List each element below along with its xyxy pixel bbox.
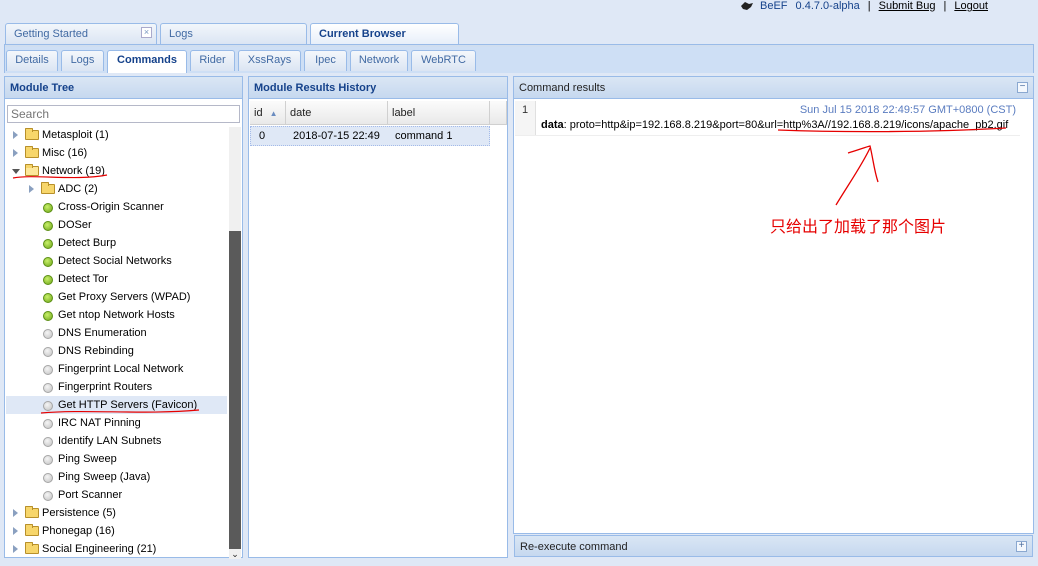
result-number: 1: [515, 101, 536, 135]
module-tree-panel: Module Tree Metasploit (1) Misc (16) Net…: [4, 76, 243, 559]
tab-label: Details: [15, 54, 49, 66]
separator: |: [867, 0, 871, 12]
cell-label: command 1: [395, 130, 453, 142]
tab-label: Getting Started: [14, 28, 88, 40]
tab-label: Logs: [169, 28, 193, 40]
tab-details[interactable]: Details: [6, 50, 58, 71]
tab-label: WebRTC: [421, 54, 466, 66]
tab-current-browser[interactable]: Current Browser: [310, 23, 459, 45]
tab-rider[interactable]: Rider: [190, 50, 235, 71]
tab-label: Rider: [199, 54, 226, 66]
brand-version: 0.4.7.0-alpha: [795, 0, 860, 12]
data-key: data: [541, 119, 564, 131]
tab-network[interactable]: Network: [350, 50, 408, 71]
tab-label: Logs: [70, 54, 95, 66]
column-header-filler: [490, 101, 507, 125]
module-results-title: Module Results History: [249, 77, 507, 99]
cell-id: 0: [259, 130, 266, 142]
column-label: id: [254, 107, 263, 119]
close-icon[interactable]: ×: [141, 27, 152, 38]
tab-label: Ipec: [315, 54, 336, 66]
brand-area: BeEF 0.4.7.0-alpha | Submit Bug | Logout: [740, 0, 988, 12]
submit-bug-link[interactable]: Submit Bug: [879, 0, 936, 12]
result-date: Sun Jul 15 2018 22:49:57 GMT+0800 (CST): [799, 104, 1016, 116]
re-execute-panel[interactable]: Re-execute command +: [514, 535, 1033, 557]
tab-webrtc[interactable]: WebRTC: [411, 50, 476, 71]
annotation-underlines: [12, 174, 200, 414]
tab-label: Commands: [117, 54, 177, 66]
annotation-arrow: [777, 127, 1007, 206]
tab-commands[interactable]: Commands: [107, 50, 187, 73]
table-row[interactable]: 0 2018-07-15 22:49 command 1: [250, 126, 490, 146]
tab-getting-started[interactable]: Getting Started ×: [5, 23, 157, 44]
tab-label: Network: [358, 54, 400, 66]
tab-label: XssRays: [247, 54, 292, 66]
tab-xssrays[interactable]: XssRays: [238, 50, 301, 71]
tab-logs-sub[interactable]: Logs: [61, 50, 104, 71]
column-label: date: [290, 107, 312, 119]
brand-name: BeEF: [760, 0, 788, 12]
module-results-panel: Module Results History id ▲ date label 0…: [248, 76, 508, 558]
annotation-text: 只给出了加载了那个图片: [770, 217, 947, 236]
tab-ipec[interactable]: Ipec: [304, 50, 347, 71]
tab-logs[interactable]: Logs: [160, 23, 307, 44]
expand-icon[interactable]: +: [1016, 541, 1027, 552]
logout-link[interactable]: Logout: [954, 0, 988, 12]
column-header-label[interactable]: label: [388, 101, 490, 125]
tab-label: Current Browser: [319, 28, 406, 40]
column-label: label: [392, 107, 416, 119]
cell-date: 2018-07-15 22:49: [293, 130, 380, 142]
beef-logo-icon: [741, 2, 754, 10]
command-results-title: Command results: [514, 77, 1033, 99]
collapse-icon[interactable]: −: [1017, 82, 1028, 93]
separator: |: [943, 0, 947, 12]
re-execute-label: Re-execute command: [520, 541, 628, 553]
top-bar: BeEF 0.4.7.0-alpha | Submit Bug | Logout: [0, 0, 1038, 22]
column-header-date[interactable]: date: [286, 101, 388, 125]
sort-asc-icon: ▲: [269, 109, 278, 118]
column-header-id[interactable]: id ▲: [250, 101, 286, 125]
